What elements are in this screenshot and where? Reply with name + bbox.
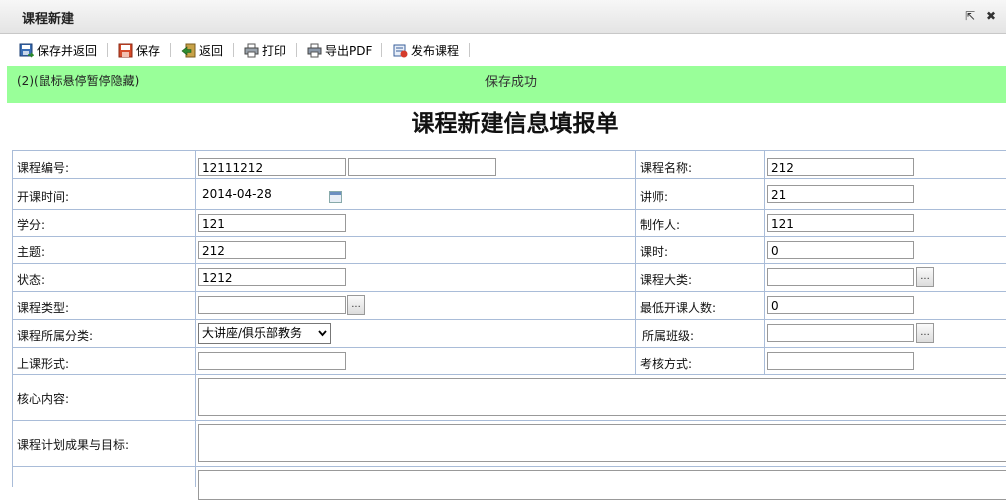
course-no-input[interactable]: 12111212 (198, 158, 346, 176)
form-title: 课程新建信息填报单 (411, 110, 619, 137)
form-row (13, 467, 1006, 500)
publish-icon (393, 43, 408, 58)
print-button[interactable]: 打印 (244, 41, 286, 59)
chevron-down-icon (317, 324, 328, 349)
start-time-label: 开课时间: (17, 190, 70, 204)
mode-label: 上课形式: (17, 357, 70, 371)
type-input[interactable] (198, 296, 346, 314)
calendar-icon[interactable] (329, 191, 342, 203)
hours-input[interactable]: 0 (767, 241, 914, 259)
form-row: 核心内容: (13, 375, 1006, 421)
core-content-textarea[interactable] (198, 378, 1006, 416)
close-icon[interactable]: ✖ (986, 9, 996, 23)
popout-icon[interactable]: ⇱ (965, 9, 975, 23)
save-icon (118, 43, 133, 58)
exam-input[interactable] (767, 352, 914, 370)
publish-course-button[interactable]: 发布课程 (393, 41, 459, 59)
banner-message: 保存成功 (485, 75, 538, 90)
core-content-label: 核心内容: (17, 392, 70, 406)
toolbar-separator (170, 43, 171, 57)
maker-input[interactable]: 121 (767, 214, 914, 232)
toolbar-label: 保存并返回 (37, 43, 98, 58)
success-banner[interactable]: (2)(鼠标悬停暂停隐藏) 保存成功 (7, 66, 1006, 103)
print-icon (244, 43, 259, 58)
form-row: 课程所属分类: 大讲座/俱乐部教务 所属班级: ... (13, 320, 1006, 348)
category-input[interactable] (767, 268, 914, 286)
toolbar-separator (469, 43, 470, 57)
min-people-label: 最低开课人数: (640, 301, 717, 315)
category-browse-button[interactable]: ... (916, 267, 934, 287)
toolbar-label: 返回 (199, 43, 224, 58)
form-row: 状态: 1212 课程大类: ... (13, 264, 1006, 292)
form-row: 主题: 212 课时: 0 (13, 237, 1006, 264)
class-browse-button[interactable]: ... (916, 323, 934, 343)
min-people-input[interactable]: 0 (767, 296, 914, 314)
toolbar-separator (107, 43, 108, 57)
form-row: 开课时间: 2014-04-28 讲师: 21 (13, 179, 1006, 210)
toolbar-label: 打印 (262, 43, 287, 58)
status-label: 状态: (17, 273, 46, 287)
next-textarea[interactable] (198, 470, 1006, 500)
form-row: 课程类型: ... 最低开课人数: 0 (13, 292, 1006, 320)
toolbar-separator (296, 43, 297, 57)
save-button[interactable]: 保存 (118, 41, 160, 59)
form-row: 课程计划成果与目标: (13, 421, 1006, 467)
credit-input[interactable]: 121 (198, 214, 346, 232)
course-form: 课程编号: 12111212 课程名称: 212 开课时间: 2014-04-2… (12, 150, 1006, 500)
class-input[interactable] (767, 324, 914, 342)
pdf-export-icon (307, 43, 322, 58)
toolbar-label: 导出PDF (325, 43, 373, 58)
banner-hint: (2)(鼠标悬停暂停隐藏) (17, 74, 140, 88)
toolbar-label: 保存 (136, 43, 161, 58)
group-label: 课程所属分类: (17, 329, 94, 343)
toolbar: 保存并返回 保存 返回 打印 导出PDF 发布课程 (0, 34, 1006, 65)
save-and-return-button[interactable]: 保存并返回 (19, 41, 97, 59)
group-select[interactable]: 大讲座/俱乐部教务 (198, 323, 331, 344)
form-row: 学分: 121 制作人: 121 (13, 210, 1006, 237)
group-select-value: 大讲座/俱乐部教务 (202, 326, 303, 340)
category-label: 课程大类: (640, 273, 693, 287)
course-name-label: 课程名称: (640, 161, 693, 175)
mode-input[interactable] (198, 352, 346, 370)
topic-label: 主题: (17, 245, 46, 259)
form-row: 上课形式: 考核方式: (13, 348, 1006, 375)
class-label: 所属班级: (642, 329, 695, 343)
credit-label: 学分: (17, 218, 46, 232)
plan-goal-textarea[interactable] (198, 424, 1006, 462)
topic-input[interactable]: 212 (198, 241, 346, 259)
lecturer-label: 讲师: (640, 190, 669, 204)
type-browse-button[interactable]: ... (347, 295, 365, 315)
save-return-icon (19, 43, 35, 58)
maker-label: 制作人: (640, 218, 681, 232)
back-icon (181, 43, 196, 58)
start-time-input[interactable]: 2014-04-28 (198, 183, 346, 205)
toolbar-label: 发布课程 (411, 43, 460, 58)
type-label: 课程类型: (17, 301, 70, 315)
lecturer-input[interactable]: 21 (767, 185, 914, 203)
window-titlebar: 课程新建 ⇱ ✖ (0, 0, 1006, 34)
toolbar-separator (233, 43, 234, 57)
back-button[interactable]: 返回 (181, 41, 223, 59)
export-pdf-button[interactable]: 导出PDF (307, 41, 372, 59)
course-no-extra-input[interactable] (348, 158, 496, 176)
exam-label: 考核方式: (640, 357, 693, 371)
hours-label: 课时: (640, 245, 669, 259)
window-title: 课程新建 (22, 12, 75, 27)
toolbar-separator (381, 43, 382, 57)
form-row: 课程编号: 12111212 课程名称: 212 (13, 151, 1006, 179)
course-name-input[interactable]: 212 (767, 158, 914, 176)
course-no-label: 课程编号: (17, 161, 70, 175)
plan-goal-label: 课程计划成果与目标: (17, 438, 130, 452)
status-input[interactable]: 1212 (198, 268, 346, 286)
